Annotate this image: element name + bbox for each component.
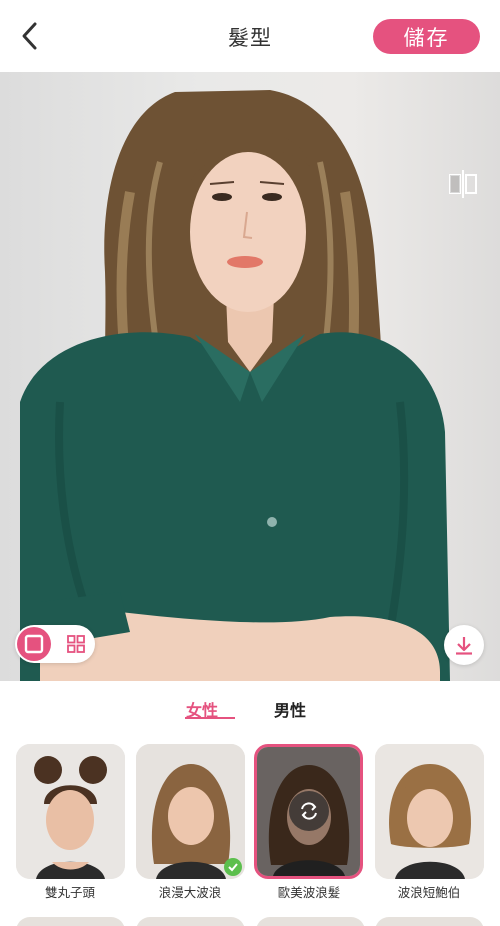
hairstyle-thumbnail xyxy=(375,744,484,879)
save-button[interactable]: 儲存 xyxy=(373,19,480,54)
gender-tabs: 女性 男性 xyxy=(0,681,500,741)
hairstyle-card-peek[interactable] xyxy=(136,917,245,926)
download-button[interactable] xyxy=(444,625,484,665)
hairstyle-card-peek[interactable] xyxy=(375,917,484,926)
portrait-image xyxy=(20,90,450,681)
compare-icon xyxy=(449,170,477,198)
hairstyle-label: 歐美波浪髮 xyxy=(277,885,341,900)
view-mode-toggle xyxy=(15,625,95,663)
hairstyle-card-romantic-waves[interactable] xyxy=(136,744,245,879)
hairstyle-label: 波浪短鮑伯 xyxy=(397,885,461,900)
refresh-icon xyxy=(301,802,317,820)
hairstyle-thumbnail xyxy=(16,744,125,879)
hairstyle-card-double-buns[interactable] xyxy=(16,744,125,879)
single-view-icon xyxy=(24,634,44,654)
grid-view-icon xyxy=(67,635,85,653)
hairstyle-screen: 髮型 儲存 女性 男性 雙丸子頭 浪漫大波浪 歐美波浪髮 波浪短鮑伯 xyxy=(0,0,500,926)
regenerate-button[interactable] xyxy=(289,791,329,831)
hairstyle-card-peek[interactable] xyxy=(256,917,365,926)
download-icon xyxy=(456,637,472,655)
hairstyle-label: 浪漫大波浪 xyxy=(158,885,222,900)
grid-view-button[interactable] xyxy=(59,627,93,661)
hairstyle-list: 雙丸子頭 浪漫大波浪 歐美波浪髮 波浪短鮑伯 xyxy=(0,741,500,926)
single-view-button[interactable] xyxy=(17,627,51,661)
hairstyle-label: 雙丸子頭 xyxy=(44,885,95,900)
tab-male[interactable]: 男性 xyxy=(274,697,306,721)
applied-badge xyxy=(224,858,242,876)
hairstyle-card-western-waves[interactable] xyxy=(254,744,363,879)
compare-button[interactable] xyxy=(446,167,480,201)
check-icon xyxy=(228,863,238,872)
hairstyle-card-wavy-bob[interactable] xyxy=(375,744,484,879)
preview-photo xyxy=(0,72,500,681)
top-bar: 髮型 儲存 xyxy=(0,0,500,72)
active-tab-indicator xyxy=(185,717,235,719)
hairstyle-card-peek[interactable] xyxy=(16,917,125,926)
